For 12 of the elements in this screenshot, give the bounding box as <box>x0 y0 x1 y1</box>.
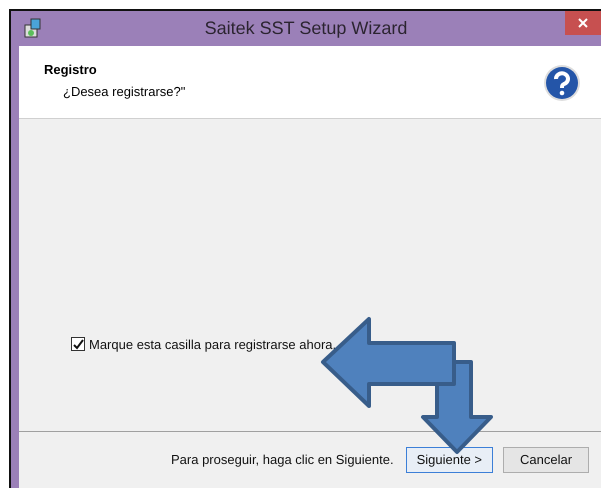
help-icon <box>543 64 581 102</box>
page-subtitle: ¿Desea registrarse?" <box>63 82 186 101</box>
cancel-button[interactable]: Cancelar <box>503 447 590 473</box>
register-checkbox[interactable] <box>71 337 85 351</box>
footer-hint: Para proseguir, haga clic en Siguiente. <box>171 451 394 470</box>
next-button[interactable]: Siguiente > <box>406 447 494 473</box>
window-title: Saitek SST Setup Wizard <box>204 17 408 40</box>
page-title: Registro <box>44 61 98 79</box>
setup-app-icon <box>23 17 43 39</box>
close-icon <box>578 18 588 28</box>
checkbox-label: Marque esta casilla para registrarse ahora. <box>89 336 336 354</box>
close-button[interactable] <box>565 11 601 35</box>
